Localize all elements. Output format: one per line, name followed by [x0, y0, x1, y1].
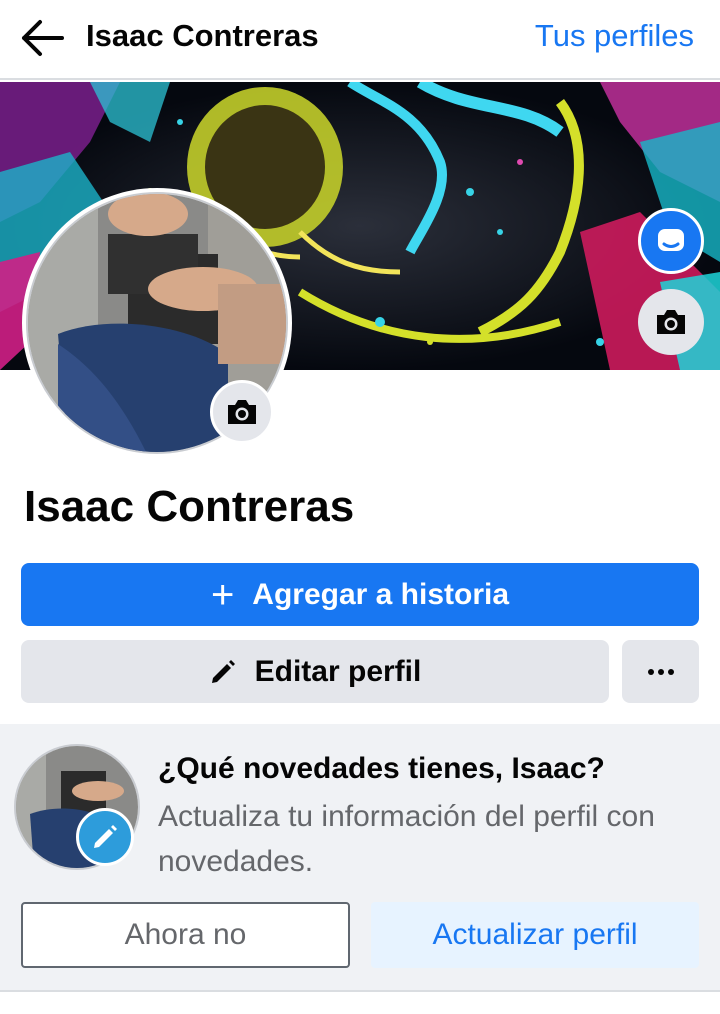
- profile-name: Isaac Contreras: [24, 482, 355, 531]
- card-description: Actualiza tu información del perfil con …: [158, 800, 655, 878]
- card-edit-badge: [76, 808, 134, 866]
- header-title: Isaac Contreras: [86, 18, 319, 53]
- avatar-frame-icon: [658, 229, 684, 251]
- divider: [0, 990, 720, 992]
- edit-profile-button[interactable]: Editar perfil: [21, 640, 609, 703]
- pencil-icon: [209, 658, 237, 686]
- cover-camera-button[interactable]: [638, 289, 704, 355]
- pencil-icon: [94, 825, 117, 848]
- plus-icon: +: [210, 572, 235, 617]
- camera-icon: [228, 400, 256, 424]
- avatar-frame-button[interactable]: [638, 208, 704, 274]
- update-profile-button[interactable]: Actualizar perfil: [371, 902, 699, 968]
- not-now-button[interactable]: Ahora no: [21, 902, 350, 968]
- arrow-left-icon: [22, 20, 64, 56]
- your-profiles-link[interactable]: Tus perfiles: [535, 18, 694, 54]
- more-options-button[interactable]: [622, 640, 699, 703]
- camera-icon: [657, 310, 685, 334]
- edit-profile-label: Editar perfil: [254, 654, 422, 688]
- add-to-story-label: Agregar a historia: [252, 577, 510, 611]
- more-dots-icon: [647, 668, 674, 675]
- card-title: ¿Qué novedades tienes, Isaac?: [158, 752, 605, 785]
- profile-camera-button[interactable]: [210, 380, 274, 444]
- top-bar: Isaac Contreras Tus perfiles: [0, 0, 720, 80]
- back-button[interactable]: [18, 16, 66, 60]
- add-to-story-button[interactable]: + Agregar a historia: [21, 563, 699, 626]
